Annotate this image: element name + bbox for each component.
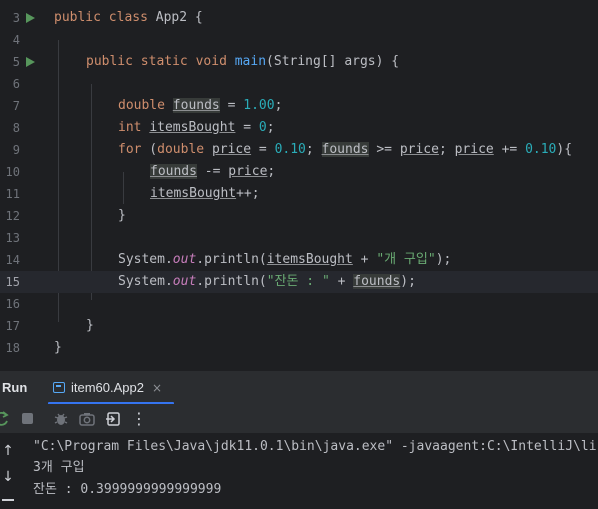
more-options-icon[interactable]: ⋮: [129, 409, 149, 429]
line-number: 16: [5, 297, 20, 311]
camera-icon[interactable]: [77, 409, 97, 429]
line-number: 6: [12, 77, 20, 91]
code-line-current[interactable]: 15 System.out.println("잔돈 : " + founds);: [0, 271, 598, 293]
up-arrow-icon[interactable]: ↑: [0, 443, 16, 459]
code-line[interactable]: 9 for (double price = 0.10; founds >= pr…: [0, 139, 598, 161]
tab-label: item60.App2: [71, 380, 144, 395]
down-arrow-icon[interactable]: ↓: [0, 469, 16, 485]
run-class-icon[interactable]: [26, 13, 35, 23]
soft-wrap-icon[interactable]: [2, 499, 14, 501]
code-line[interactable]: 11 itemsBought++;: [0, 183, 598, 205]
console-line: 3개 구입: [33, 460, 85, 475]
code-editor[interactable]: 3 public class App2 { 4 5 public static …: [0, 0, 598, 370]
code-text: }: [118, 208, 126, 223]
code-line[interactable]: 17 }: [0, 315, 598, 337]
line-number: 12: [5, 209, 20, 223]
line-number: 13: [5, 231, 20, 245]
code-line[interactable]: 14 System.out.println(itemsBought + "개 구…: [0, 249, 598, 271]
rerun-icon[interactable]: [0, 409, 12, 429]
code-line[interactable]: 13: [0, 227, 598, 249]
code-line[interactable]: 18 }: [0, 337, 598, 359]
console-line: "C:\Program Files\Java\jdk11.0.1\bin\jav…: [33, 439, 597, 454]
line-number: 17: [5, 319, 20, 333]
run-toolbar: ⋮: [0, 404, 598, 434]
line-number: 5: [12, 55, 20, 69]
run-side-toolbar: ↑ ↓: [0, 435, 22, 509]
code-text: }: [54, 340, 62, 355]
code-line[interactable]: 4: [0, 29, 598, 51]
code-line[interactable]: 10 founds -= price;: [0, 161, 598, 183]
code-text: double founds = 1.00;: [118, 98, 283, 113]
code-line[interactable]: 7 double founds = 1.00;: [0, 95, 598, 117]
code-text: System.out.println(itemsBought + "개 구입")…: [118, 252, 452, 267]
code-text: }: [86, 318, 94, 333]
line-number: 8: [12, 121, 20, 135]
code-text: itemsBought++;: [150, 186, 260, 201]
run-window-title: Run: [2, 380, 28, 395]
line-number: 11: [5, 187, 20, 201]
run-main-icon[interactable]: [26, 57, 35, 67]
line-number: 10: [5, 165, 20, 179]
code-text: for (double price = 0.10; founds >= pric…: [118, 142, 573, 157]
line-number: 14: [5, 253, 20, 267]
debug-icon[interactable]: [51, 409, 71, 429]
code-line[interactable]: 12 }: [0, 205, 598, 227]
code-line[interactable]: 6: [0, 73, 598, 95]
console-output[interactable]: "C:\Program Files\Java\jdk11.0.1\bin\jav…: [22, 435, 598, 509]
line-number: 3: [12, 11, 20, 25]
console-icon: [53, 382, 65, 393]
close-icon[interactable]: ×: [152, 371, 162, 405]
run-tool-window-header: Run item60.App2 ×: [0, 370, 598, 405]
exit-icon[interactable]: [104, 409, 124, 429]
line-number: 4: [12, 33, 20, 47]
code-line[interactable]: 16: [0, 293, 598, 315]
line-number: 15: [5, 275, 20, 289]
stop-icon[interactable]: [18, 409, 38, 429]
code-line[interactable]: 5 public static void main(String[] args)…: [0, 51, 598, 73]
line-number: 9: [12, 143, 20, 157]
line-number: 18: [5, 341, 20, 355]
code-text: int itemsBought = 0;: [118, 120, 275, 135]
code-text: System.out.println("잔돈 : " + founds);: [118, 274, 416, 289]
code-line[interactable]: 8 int itemsBought = 0;: [0, 117, 598, 139]
code-text: public class App2 {: [54, 10, 203, 25]
code-text: public static void main(String[] args) {: [86, 54, 400, 69]
code-line[interactable]: 3 public class App2 {: [0, 7, 598, 29]
console-line: 잔돈 : 0.3999999999999999: [33, 482, 222, 497]
tab-run-configuration[interactable]: item60.App2 ×: [48, 371, 174, 405]
code-text: founds -= price;: [150, 164, 276, 179]
line-number: 7: [12, 99, 20, 113]
